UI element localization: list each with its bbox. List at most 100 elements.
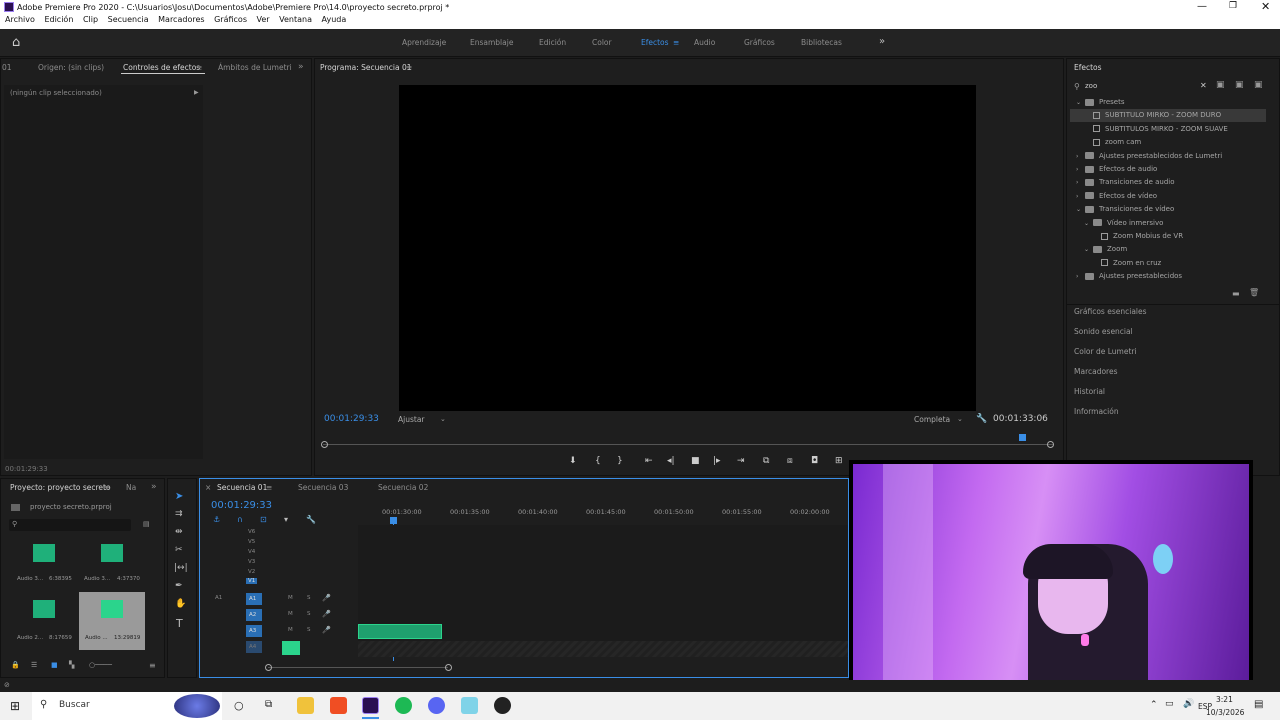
effects-tree-item[interactable]: Zoom en cruz bbox=[1070, 257, 1266, 270]
green-patch[interactable] bbox=[282, 641, 300, 655]
hand-tool-icon[interactable]: ✋ bbox=[175, 599, 186, 609]
quality-chevron-icon[interactable]: ⌄ bbox=[957, 415, 963, 423]
menu-marcadores[interactable]: Marcadores bbox=[158, 15, 204, 24]
menu-ayuda[interactable]: Ayuda bbox=[322, 15, 347, 24]
settings-wrench-icon[interactable]: 🔧 bbox=[306, 515, 316, 524]
effects-tree-item[interactable]: ⌄ Transiciones de vídeo bbox=[1070, 203, 1266, 216]
audio-clip-a3[interactable] bbox=[358, 624, 442, 639]
track-v5[interactable]: V5 bbox=[248, 539, 255, 545]
effects-tree-item[interactable]: › Transiciones de audio bbox=[1070, 176, 1266, 189]
project-clip-3[interactable]: Audio 2... 8:17659 bbox=[13, 595, 73, 645]
mark-out-icon[interactable]: } bbox=[617, 456, 623, 466]
volume-icon[interactable]: 🔊 bbox=[1183, 699, 1194, 709]
lock-icon[interactable]: 🔒 bbox=[11, 661, 20, 669]
project-clip-4[interactable]: Audio ... 13:29819 bbox=[79, 592, 145, 650]
timeline-zoom-scroll[interactable] bbox=[268, 667, 448, 668]
expand-chevron-icon[interactable]: › bbox=[1076, 150, 1085, 163]
32bit-effects-icon[interactable]: ▣ bbox=[1235, 80, 1244, 90]
expand-chevron-icon[interactable]: › bbox=[1076, 176, 1085, 189]
scrubber-left-handle[interactable] bbox=[321, 441, 328, 448]
close-button[interactable]: ✕ bbox=[1261, 0, 1270, 13]
quality-dropdown[interactable]: Completa bbox=[914, 415, 950, 424]
ws-tab-aprendizaje[interactable]: Aprendizaje bbox=[402, 38, 446, 47]
menu-graficos[interactable]: Gráficos bbox=[214, 15, 247, 24]
track-v6[interactable]: V6 bbox=[248, 529, 255, 535]
tab-source[interactable]: Origen: (sin clips) bbox=[38, 63, 104, 72]
button-editor-icon[interactable]: ⊞ bbox=[835, 456, 843, 466]
freeform-view-icon[interactable]: ▚ bbox=[69, 661, 74, 669]
ws-menu-icon[interactable]: ≡ bbox=[673, 38, 679, 47]
menu-archivo[interactable]: Archivo bbox=[5, 15, 35, 24]
timeline-timecode[interactable]: 00:01:29:33 bbox=[211, 500, 272, 511]
task-view-icon[interactable]: ⧉ bbox=[265, 699, 272, 710]
record-mic-icon[interactable]: 🎤 bbox=[322, 594, 331, 602]
track-v3[interactable]: V3 bbox=[248, 559, 255, 565]
marker-icon[interactable]: ▾ bbox=[284, 515, 288, 524]
tab-lumetri-scopes[interactable]: Ámbitos de Lumetri bbox=[218, 63, 292, 72]
ws-tab-graficos[interactable]: Gráficos bbox=[744, 38, 775, 47]
mute-button[interactable]: M bbox=[288, 595, 293, 601]
track-v4[interactable]: V4 bbox=[248, 549, 255, 555]
effects-tree-item[interactable]: ⌄ Presets bbox=[1070, 96, 1266, 109]
expand-chevron-icon[interactable]: ⌄ bbox=[1084, 243, 1093, 256]
audio-track-a3[interactable]: A3 bbox=[246, 625, 262, 637]
menu-secuencia[interactable]: Secuencia bbox=[108, 15, 149, 24]
sort-icon[interactable]: ≡ bbox=[149, 661, 156, 670]
step-back-icon[interactable]: ◂| bbox=[667, 456, 675, 466]
notifications-icon[interactable]: ▤ bbox=[1254, 699, 1263, 710]
clock-time[interactable]: 3:21 bbox=[1216, 695, 1233, 704]
record-mic-icon[interactable]: 🎤 bbox=[322, 610, 331, 618]
file-explorer-icon[interactable] bbox=[297, 697, 314, 714]
track-select-tool-icon[interactable]: ⇉ bbox=[175, 509, 183, 519]
spotify-icon[interactable] bbox=[395, 697, 412, 714]
ws-tab-edicion[interactable]: Edición bbox=[539, 38, 566, 47]
ws-tab-color[interactable]: Color bbox=[592, 38, 612, 47]
type-tool-icon[interactable]: T bbox=[176, 617, 183, 630]
audio-track-a2[interactable]: A2 bbox=[246, 609, 262, 621]
obs-icon[interactable] bbox=[494, 697, 511, 714]
step-forward-icon[interactable]: |▸ bbox=[713, 456, 721, 466]
slip-tool-icon[interactable]: |↔| bbox=[174, 563, 188, 573]
solo-button[interactable]: S bbox=[307, 595, 311, 601]
new-custom-bin-icon[interactable]: ▬ bbox=[1232, 289, 1240, 298]
tab-cut[interactable]: 01 bbox=[2, 63, 12, 72]
ws-tab-efectos[interactable]: Efectos bbox=[641, 38, 669, 47]
program-timecode[interactable]: 00:01:29:33 bbox=[324, 414, 379, 424]
menu-ver[interactable]: Ver bbox=[257, 15, 270, 24]
scrubber-right-handle[interactable] bbox=[1047, 441, 1054, 448]
mark-in-icon[interactable]: { bbox=[595, 456, 601, 466]
nest-icon[interactable]: ⊡ bbox=[260, 515, 267, 524]
effects-tree-item[interactable]: Zoom Mobius de VR bbox=[1070, 230, 1266, 243]
expand-chevron-icon[interactable]: › bbox=[1076, 270, 1085, 283]
expand-chevron-icon[interactable]: ⌄ bbox=[1084, 217, 1093, 230]
pen-tool-icon[interactable]: ✒ bbox=[175, 581, 183, 591]
effects-tree-item[interactable]: zoom cam bbox=[1070, 136, 1266, 149]
tab-secuencia-02[interactable]: Secuencia 02 bbox=[378, 483, 428, 492]
project-clip-1[interactable]: Audio 3... 6:38395 bbox=[13, 539, 73, 589]
project-more-icon[interactable]: » bbox=[151, 482, 157, 492]
tray-chevron-icon[interactable]: ⌃ bbox=[1150, 700, 1158, 710]
zoom-scroll-left-handle[interactable] bbox=[265, 664, 272, 671]
effects-tree-item[interactable]: › Efectos de audio bbox=[1070, 163, 1266, 176]
stop-icon[interactable]: ■ bbox=[691, 456, 700, 466]
fit-chevron-icon[interactable]: ⌄ bbox=[440, 415, 446, 423]
effects-tree-item[interactable]: › Ajustes preestablecidos de Lumetri bbox=[1070, 150, 1266, 163]
menu-ventana[interactable]: Ventana bbox=[279, 15, 312, 24]
effects-tree-item[interactable]: ⌄ Vídeo inmersivo bbox=[1070, 217, 1266, 230]
razor-tool-icon[interactable]: ✂ bbox=[175, 545, 183, 555]
extract-icon[interactable]: ⧈ bbox=[787, 456, 793, 466]
effects-tree-item[interactable]: SUBTITULO MIRKO - ZOOM DURO bbox=[1070, 109, 1266, 123]
effects-tree-item[interactable]: SUBTITULOS MIRKO - ZOOM SUAVE bbox=[1070, 123, 1266, 136]
wrench-icon[interactable]: 🔧 bbox=[976, 414, 987, 424]
expand-chevron-icon[interactable]: › bbox=[1076, 163, 1085, 176]
expand-chevron-icon[interactable]: ⌄ bbox=[1076, 203, 1085, 216]
expand-arrow-icon[interactable]: ▶ bbox=[194, 89, 199, 96]
list-view-icon[interactable]: ☰ bbox=[31, 661, 37, 669]
minimize-button[interactable]: — bbox=[1197, 1, 1207, 12]
discord-icon[interactable] bbox=[428, 697, 445, 714]
lift-icon[interactable]: ⧉ bbox=[763, 456, 769, 466]
snap-icon[interactable]: ⚓ bbox=[213, 515, 220, 524]
expand-chevron-icon[interactable]: ⌄ bbox=[1076, 96, 1085, 109]
ws-tab-ensamblaje[interactable]: Ensamblaje bbox=[470, 38, 513, 47]
tab-effect-controls[interactable]: Controles de efectos bbox=[123, 63, 200, 72]
